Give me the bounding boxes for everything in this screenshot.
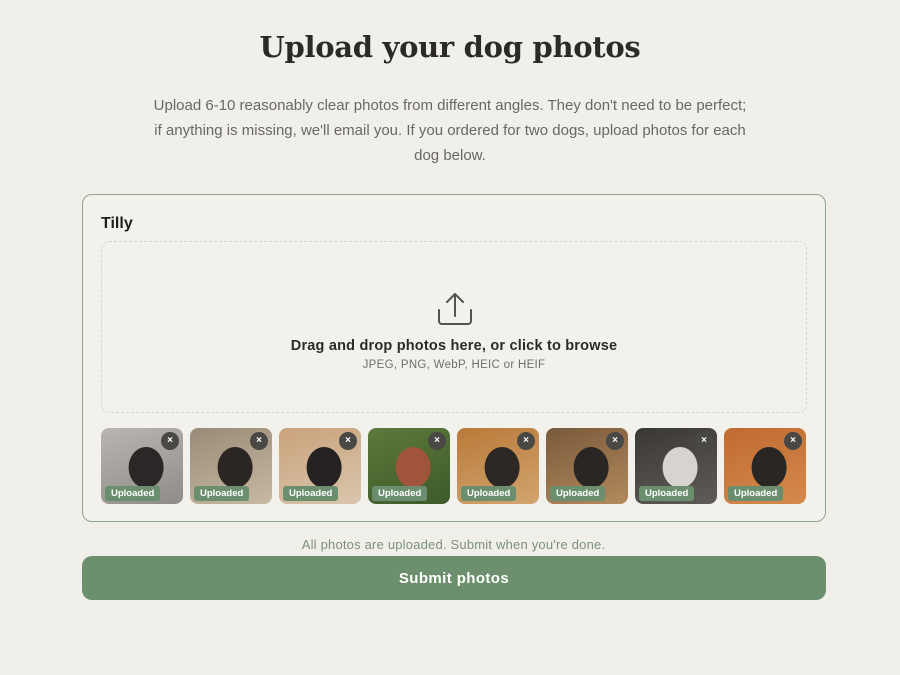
remove-photo-icon[interactable]: ×: [606, 432, 624, 450]
dropzone-title: Drag and drop photos here, or click to b…: [290, 338, 618, 354]
photo-thumbnail[interactable]: × Uploaded: [724, 428, 806, 504]
photo-thumbnail[interactable]: × Uploaded: [635, 428, 717, 504]
uploaded-badge: Uploaded: [283, 486, 339, 501]
uploaded-badge: Uploaded: [372, 486, 428, 501]
uploaded-badge: Uploaded: [550, 486, 606, 501]
submit-photos-button[interactable]: Submit photos: [82, 556, 826, 600]
remove-photo-icon[interactable]: ×: [428, 432, 446, 450]
photo-thumbnail[interactable]: × Uploaded: [101, 428, 183, 504]
remove-photo-icon[interactable]: ×: [784, 432, 802, 450]
dropzone-formats: JPEG, PNG, WebP, HEIC or HEIF: [362, 359, 546, 371]
uploaded-badge: Uploaded: [194, 486, 250, 501]
uploaded-badge: Uploaded: [105, 486, 161, 501]
photo-thumbnail[interactable]: × Uploaded: [368, 428, 450, 504]
dog-name: Tilly: [101, 215, 133, 232]
photo-thumbnail[interactable]: × Uploaded: [279, 428, 361, 504]
remove-photo-icon[interactable]: ×: [250, 432, 268, 450]
photo-thumbnail[interactable]: × Uploaded: [457, 428, 539, 504]
upload-status-text: All photos are uploaded. Submit when you…: [301, 537, 606, 552]
photo-thumbnail[interactable]: × Uploaded: [190, 428, 272, 504]
intro-text: Upload 6-10 reasonably clear photos from…: [153, 97, 747, 164]
remove-photo-icon[interactable]: ×: [161, 432, 179, 450]
page-title: Upload your dog photos: [259, 30, 641, 64]
photo-thumbnail[interactable]: × Uploaded: [546, 428, 628, 504]
remove-photo-icon[interactable]: ×: [339, 432, 357, 450]
dog-upload-card: Tilly Drag and drop photos here, or clic…: [82, 194, 826, 522]
uploaded-badge: Uploaded: [728, 486, 784, 501]
upload-icon: [438, 293, 472, 325]
upload-page: Upload your dog photos Upload 6-10 reaso…: [0, 0, 900, 675]
remove-photo-icon[interactable]: ×: [695, 432, 713, 450]
photo-thumbnails: × Uploaded × Uploaded × Uploaded × Uploaded × Upl…: [101, 428, 809, 504]
uploaded-badge: Uploaded: [461, 486, 517, 501]
uploaded-badge: Uploaded: [639, 486, 695, 501]
photo-dropzone[interactable]: Drag and drop photos here, or click to b…: [101, 241, 807, 413]
remove-photo-icon[interactable]: ×: [517, 432, 535, 450]
